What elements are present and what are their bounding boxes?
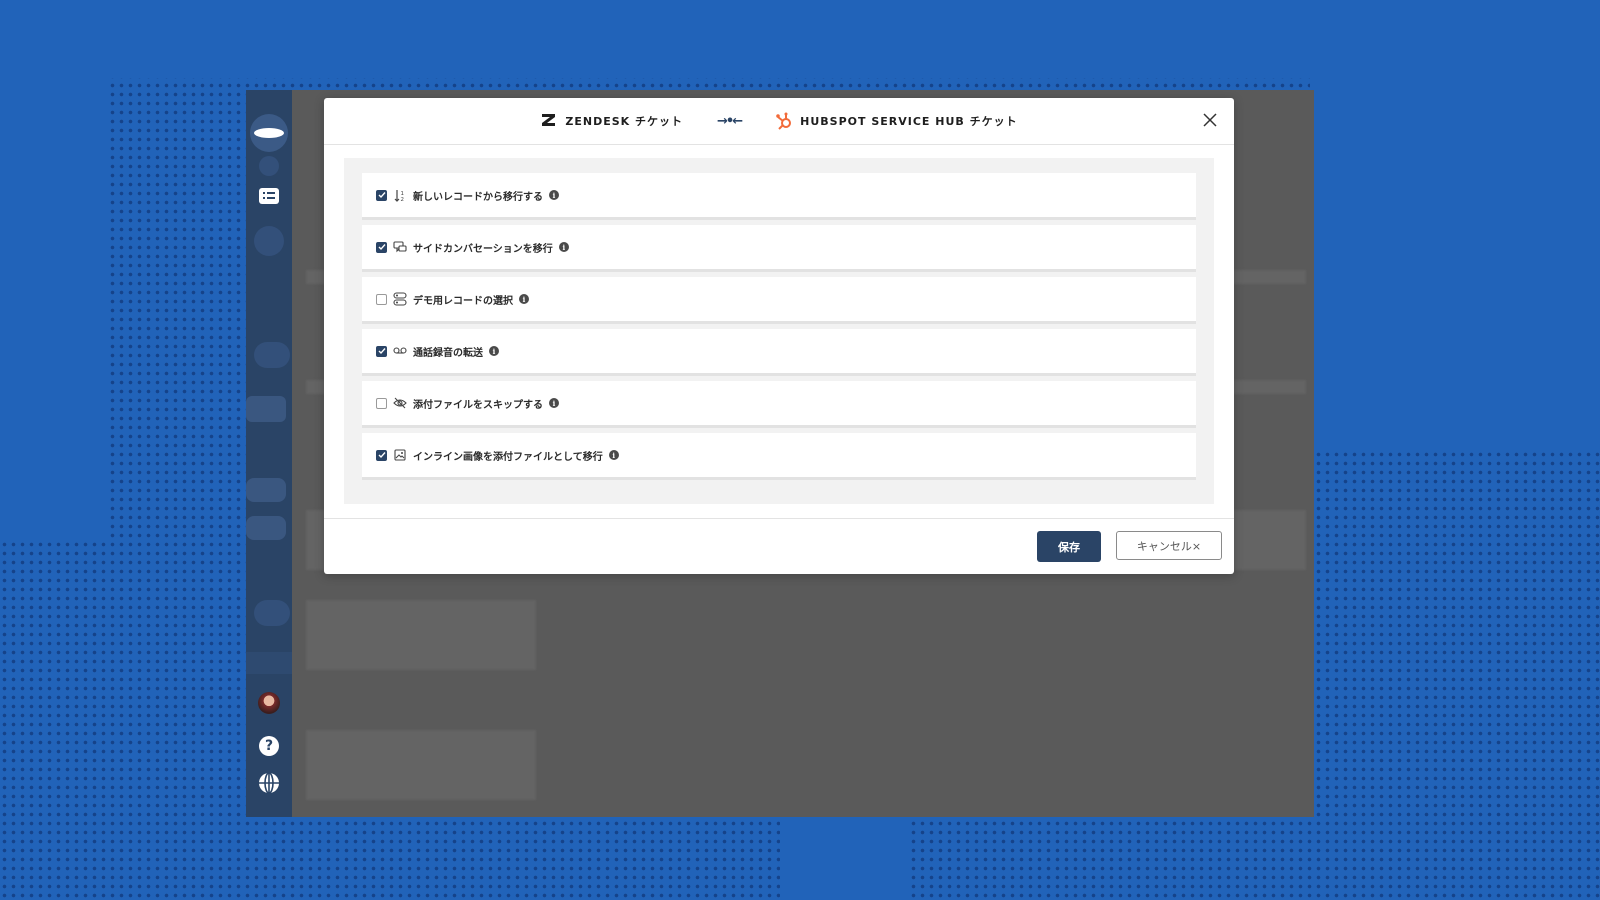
avatar[interactable] (258, 692, 280, 714)
logo-icon[interactable] (250, 114, 288, 152)
checkbox-side-conversations[interactable] (376, 241, 387, 253)
records-icon (393, 292, 407, 306)
checkbox-skip-attachments[interactable] (376, 397, 387, 409)
modal-header: ZENDESK チケット →•← HUBSPOT SERVICE HUB チケッ… (324, 98, 1234, 145)
option-label: サイドカンバセーションを移行 (413, 243, 553, 255)
hubspot-logo-icon (776, 112, 792, 130)
option-label: インライン画像を添付ファイルとして移行 (413, 451, 603, 463)
zendesk-logo-icon (542, 114, 556, 126)
close-icon (1203, 113, 1217, 127)
info-icon[interactable]: i (549, 398, 559, 408)
settings-modal: ZENDESK チケット →•← HUBSPOT SERVICE HUB チケッ… (324, 98, 1234, 574)
info-icon[interactable]: i (608, 450, 619, 460)
option-label: デモ用レコードの選択 (413, 295, 513, 307)
checkbox-demo-records[interactable] (376, 293, 387, 305)
close-button[interactable] (1200, 110, 1220, 130)
target-platform: HUBSPOT SERVICE HUB チケット (775, 112, 1017, 130)
option-label: 通話録音の転送 (413, 347, 483, 359)
info-icon[interactable]: i (489, 346, 499, 356)
option-label: 新しいレコードから移行する (413, 191, 543, 203)
info-icon[interactable]: i (519, 294, 529, 304)
svg-text:2: 2 (400, 197, 404, 202)
source-platform: ZENDESK チケット (540, 112, 683, 130)
option-row[interactable]: デモ用レコードの選択 i (362, 277, 1196, 324)
transfer-arrows-icon: →•← (717, 113, 743, 129)
option-row[interactable]: サイドカンバセーションを移行 i (362, 225, 1196, 272)
cancel-button[interactable]: キャンセル× (1116, 531, 1222, 560)
eye-off-icon (393, 396, 407, 410)
conversation-icon (393, 240, 407, 254)
options-panel: 12 新しいレコードから移行する i サイドカンバセーションを移行 i デモ用レ… (344, 158, 1214, 504)
info-icon[interactable]: i (549, 190, 559, 200)
option-row[interactable]: 通話録音の転送 i (362, 329, 1196, 376)
image-icon (393, 448, 407, 462)
option-label: 添付ファイルをスキップする (413, 399, 543, 411)
sidebar: ? (246, 90, 292, 817)
globe-icon[interactable] (258, 772, 280, 794)
target-label: HUBSPOT SERVICE HUB チケット (800, 115, 1018, 128)
checkbox-inline-images[interactable] (376, 449, 387, 461)
checkbox-migrate-newest[interactable] (376, 189, 387, 201)
option-row[interactable]: インライン画像を添付ファイルとして移行 i (362, 433, 1196, 480)
checkbox-call-recordings[interactable] (376, 345, 387, 357)
voicemail-icon (393, 344, 407, 358)
help-icon[interactable]: ? (259, 736, 279, 756)
modal-footer: 保存 キャンセル× (324, 518, 1234, 575)
option-row[interactable]: 12 新しいレコードから移行する i (362, 173, 1196, 220)
option-row[interactable]: 添付ファイルをスキップする i (362, 381, 1196, 428)
list-icon[interactable] (253, 180, 285, 212)
info-icon[interactable]: i (558, 242, 569, 252)
source-label: ZENDESK チケット (565, 115, 684, 128)
sort-icon: 12 (393, 188, 407, 202)
save-button[interactable]: 保存 (1037, 531, 1101, 562)
